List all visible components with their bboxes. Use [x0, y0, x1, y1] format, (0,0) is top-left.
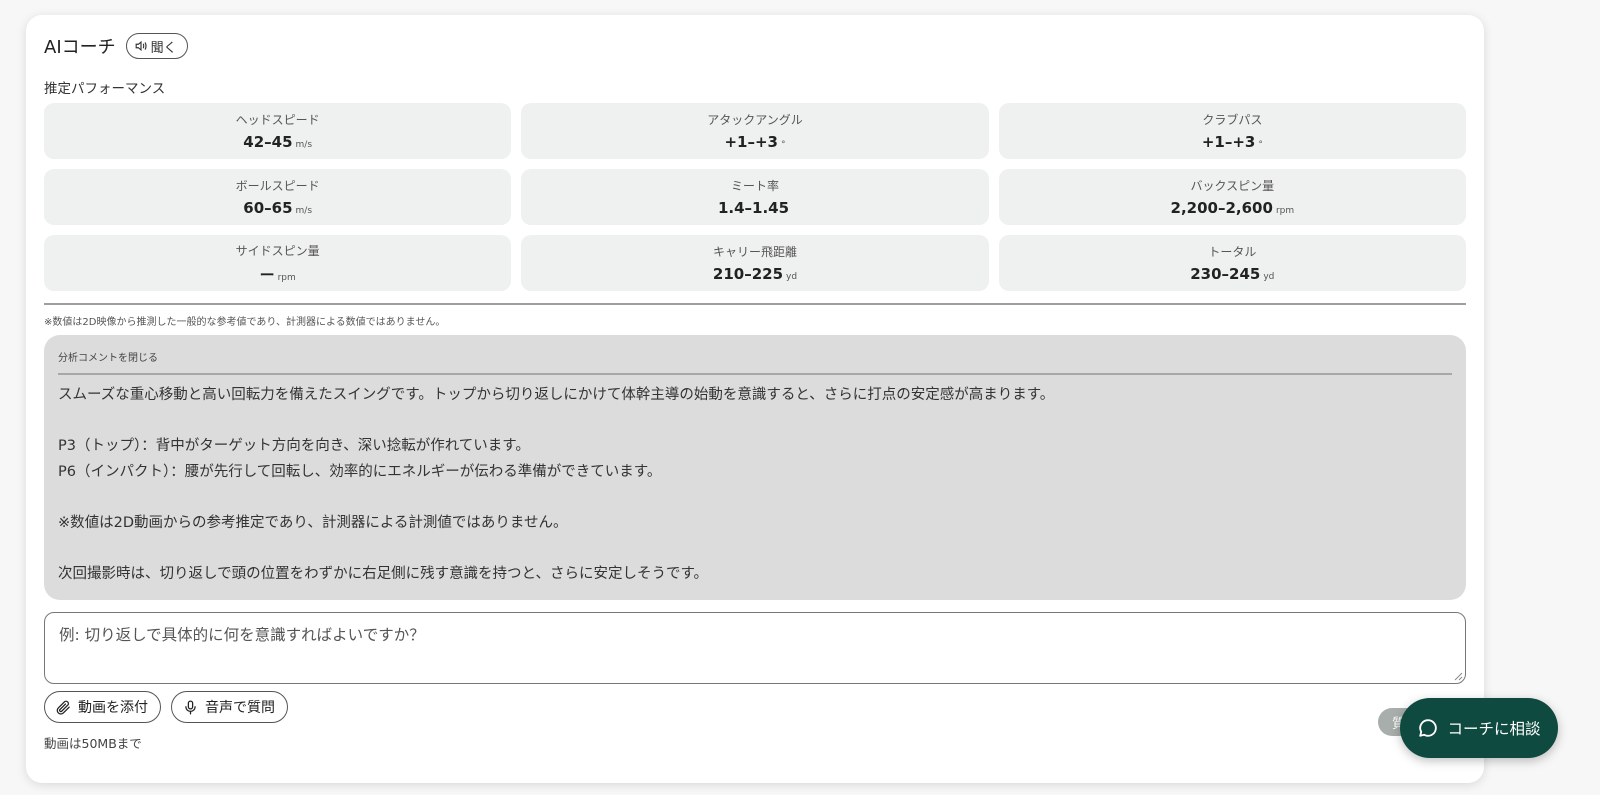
- metric-label: ボールスピード: [235, 179, 320, 193]
- metric-label: クラブパス: [1202, 113, 1263, 127]
- metric-value: 60–65 m/s: [243, 199, 313, 217]
- metric-head-speed: ヘッドスピード 42–45 m/s: [44, 103, 512, 159]
- metric-unit: rpm: [277, 272, 296, 283]
- metric-carry-distance: キャリー飛距離 210–225 yd: [521, 235, 989, 291]
- metric-label: サイドスピン量: [235, 243, 320, 258]
- analysis-comment-panel: 分析コメントを閉じる スムーズな重心移動と高い回転力を備えたスイングです。トップ…: [44, 335, 1466, 600]
- performance-section-label: 推定パフォーマンス: [44, 81, 166, 97]
- estimate-disclaimer: ※数値は2D映像から推測した一般的な参考値であり、計測器による数値ではありません…: [44, 317, 446, 328]
- card-title: AIコーチ: [44, 37, 116, 58]
- metric-label: アタックアングル: [707, 113, 803, 127]
- metric-unit: yd: [1263, 272, 1275, 282]
- analysis-summary: スムーズな重心移動と高い回転力を備えたスイングです。トップから切り返しにかけて体…: [58, 387, 1055, 403]
- voice-question-label: 音声で質問: [205, 700, 275, 716]
- metric-unit: m/s: [295, 140, 313, 150]
- listen-button[interactable]: 聞く: [125, 33, 188, 59]
- question-input[interactable]: 例: 切り返しで具体的に何を意識すればよいですか？: [44, 612, 1466, 684]
- metric-back-spin: バックスピン量 2,200–2,600 rpm: [998, 169, 1466, 225]
- metric-value: 1.4–1.45: [717, 199, 790, 217]
- attach-video-label: 動画を添付: [78, 700, 148, 716]
- metric-club-path: クラブパス +1–+3 °: [998, 103, 1466, 159]
- close-analysis-toggle[interactable]: 分析コメントを閉じる: [58, 349, 1452, 364]
- metric-attack-angle: アタックアングル +1–+3 °: [521, 103, 989, 159]
- metric-value: 210–225 yd: [712, 265, 798, 283]
- metric-label: バックスピン量: [1190, 179, 1275, 193]
- metric-unit: m/s: [295, 206, 313, 216]
- question-actions: 動画を添付 音声で質問: [44, 691, 288, 723]
- metric-value: +1–+3 °: [724, 133, 786, 151]
- metric-value: +1–+3 °: [1201, 133, 1263, 151]
- metric-unit: °: [1258, 140, 1263, 150]
- metrics-grid: ヘッドスピード 42–45 m/s アタックアングル +1–+3 ° クラブパス +…: [44, 103, 1466, 291]
- metric-label: ヘッドスピード: [235, 113, 320, 127]
- metric-value: 42–45 m/s: [243, 133, 313, 151]
- metric-label: ミート率: [730, 179, 779, 193]
- metric-value: ー rpm: [259, 265, 296, 284]
- speaker-icon: [134, 39, 148, 53]
- microphone-icon: [182, 699, 199, 716]
- consult-coach-button[interactable]: コーチに相談: [1400, 698, 1558, 758]
- metric-label: トータル: [1208, 245, 1257, 259]
- question-placeholder: 例: 切り返しで具体的に何を意識すればよいですか？: [59, 626, 425, 644]
- listen-button-label: 聞く: [150, 40, 177, 56]
- video-size-limit: 動画は50MBまで: [44, 736, 142, 751]
- paperclip-icon: [55, 699, 72, 716]
- metric-smash-factor: ミート率 1.4–1.45: [521, 169, 989, 225]
- metric-unit: °: [781, 140, 786, 150]
- attach-video-button[interactable]: 動画を添付: [44, 691, 161, 723]
- metric-unit: rpm: [1275, 206, 1295, 216]
- metric-unit: yd: [786, 272, 798, 282]
- metric-ball-speed: ボールスピード 60–65 m/s: [44, 169, 512, 225]
- metric-label: キャリー飛距離: [712, 245, 797, 259]
- voice-question-button[interactable]: 音声で質問: [171, 691, 288, 723]
- section-divider: [44, 303, 1466, 305]
- ai-coach-card: AIコーチ 聞く 推定パフォーマンス ヘッドスピード 42–45 m/s アタック…: [26, 15, 1484, 783]
- analysis-disclaimer: ※数値は2D動画からの参考推定であり、計測器による計測値ではありません。: [58, 514, 568, 531]
- analysis-comment-body: スムーズな重心移動と高い回転力を備えたスイングです。トップから切り返しにかけて体…: [58, 383, 1452, 587]
- resize-handle-icon[interactable]: [1453, 671, 1463, 681]
- analysis-next-advice: 次回撮影時は、切り返しで頭の位置をわずかに右足側に残す意識を持つと、さらに安定し…: [58, 565, 709, 582]
- metric-side-spin: サイドスピン量 ー rpm: [44, 235, 512, 291]
- metric-total-distance: トータル 230–245 yd: [998, 235, 1466, 291]
- consult-coach-label: コーチに相談: [1447, 720, 1541, 738]
- analysis-divider: [58, 373, 1452, 375]
- metric-value: 2,200–2,600 rpm: [1170, 199, 1295, 217]
- analysis-point-p3: P3（トップ）：背中がターゲット方向を向き、深い捻転が作れています。: [58, 438, 530, 454]
- analysis-point-p6: P6（インパクト）：腰が先行して回転し、効率的にエネルギーが伝わる準備ができてい…: [58, 463, 662, 480]
- card-header: AIコーチ 聞く: [44, 33, 188, 59]
- metric-value: 230–245 yd: [1190, 265, 1275, 283]
- chat-bubble-icon: [1417, 717, 1439, 739]
